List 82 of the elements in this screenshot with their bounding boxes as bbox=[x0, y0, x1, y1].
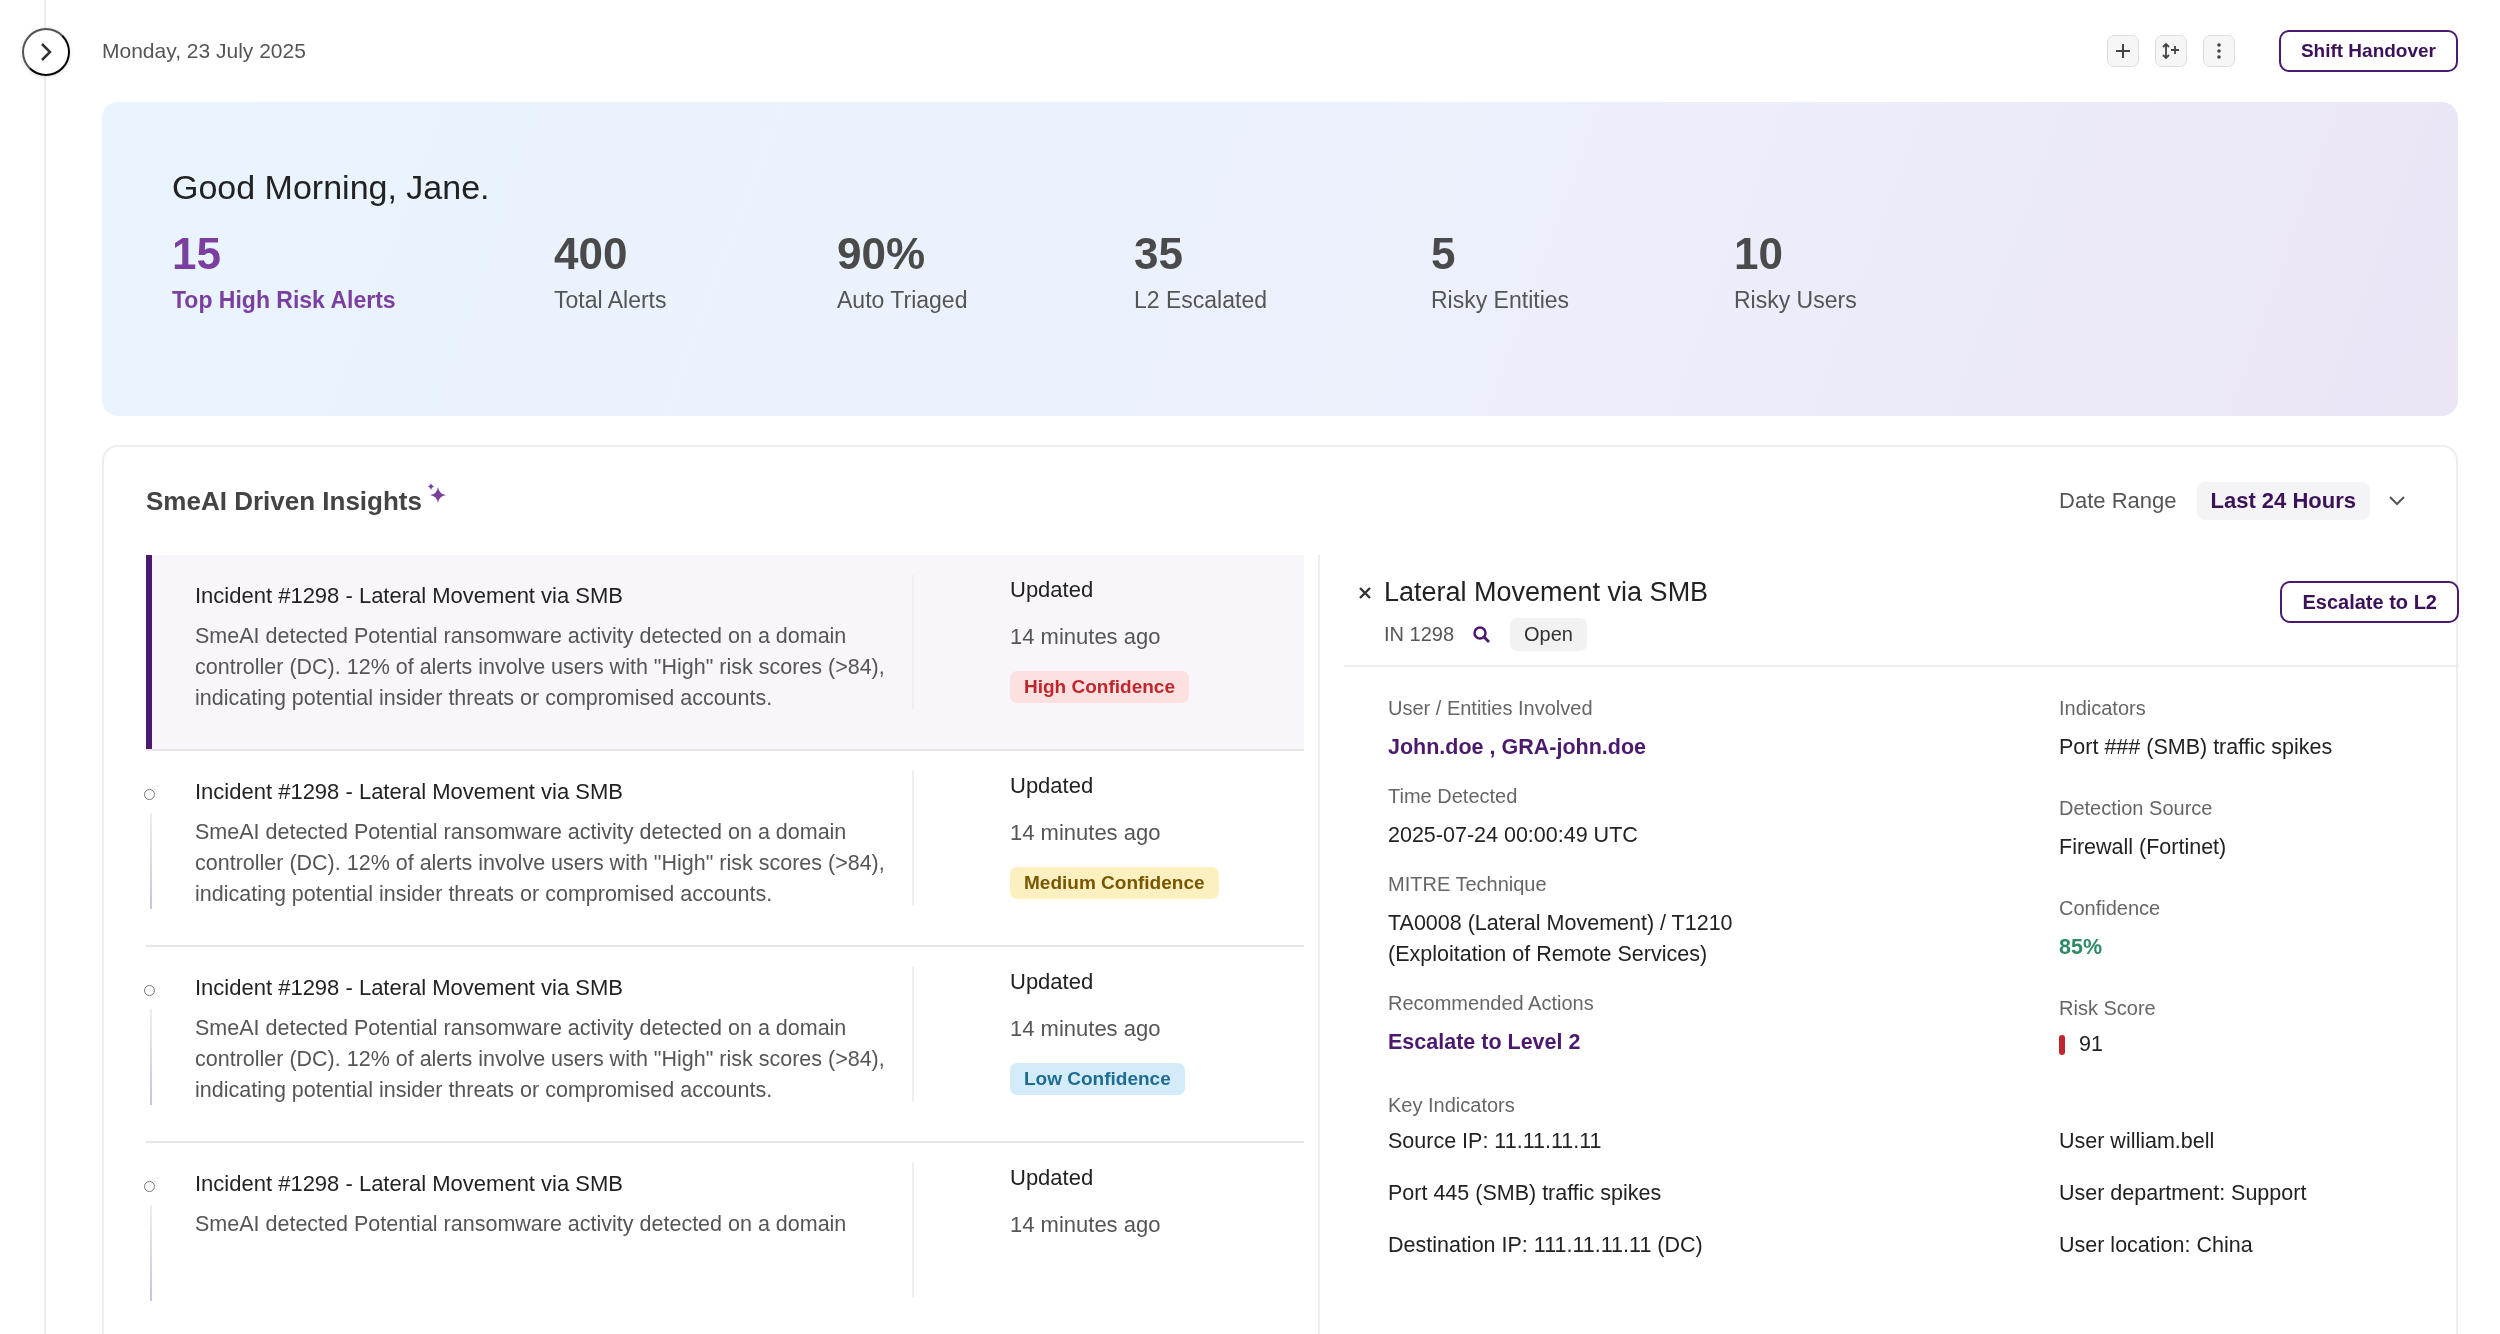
expand-sidebar-button[interactable] bbox=[22, 28, 70, 76]
stat-value: 90% bbox=[837, 229, 927, 279]
indicator-text: User department: Support bbox=[2059, 1181, 2308, 1206]
updated-label: Updated bbox=[1010, 1165, 1094, 1191]
field-label: Risk Score bbox=[2059, 997, 2157, 1020]
stat-value: 15 bbox=[172, 229, 222, 279]
stat-value: 10 bbox=[1734, 229, 1784, 279]
plus-icon bbox=[2113, 42, 2132, 60]
shift-handover-button[interactable]: Shift Handover bbox=[2278, 30, 2458, 72]
sort-icon bbox=[2160, 42, 2181, 60]
incident-title: Incident #1298 - Lateral Movement via SMB bbox=[195, 1171, 624, 1197]
stat-tile[interactable]: 15 Top High Risk Alerts bbox=[172, 229, 554, 314]
field-value: 2025-07-24 00:00:49 UTC bbox=[1388, 822, 1639, 849]
field-label: Indicators bbox=[2059, 697, 2147, 720]
sort-button[interactable] bbox=[2154, 35, 2187, 67]
more-icon bbox=[2215, 42, 2222, 60]
field-label: User / Entities Involved bbox=[1388, 697, 1594, 720]
greeting: Good Morning, Jane. bbox=[172, 168, 491, 207]
updated-label: Updated bbox=[1010, 773, 1094, 799]
add-button[interactable] bbox=[2106, 35, 2139, 67]
updated-time: 14 minutes ago bbox=[1010, 1212, 1161, 1238]
updated-label: Updated bbox=[1010, 577, 1094, 603]
field-value: 85% bbox=[2059, 934, 2104, 961]
stat-value: 5 bbox=[1431, 229, 1457, 279]
stat-tile[interactable]: 90% Auto Triaged bbox=[837, 229, 1134, 314]
escalate-button[interactable]: Escalate to L2 bbox=[2280, 581, 2459, 623]
stat-tile[interactable]: 400 Total Alerts bbox=[554, 229, 837, 314]
field-link[interactable]: Escalate to Level 2 bbox=[1388, 1027, 1788, 1058]
incident-description: SmeAI detected Potential ransomware activity detected on a domain controller (DC). 12% of alerts involve users with "High" risk scores (>84), indicating potential insider threats or compromised accounts. bbox=[195, 623, 886, 712]
chevron-right-icon bbox=[38, 41, 54, 63]
more-button[interactable] bbox=[2202, 35, 2235, 67]
stat-label: Auto Triaged bbox=[837, 287, 969, 314]
stat-label: L2 Escalated bbox=[1134, 287, 1268, 314]
indicator-text: User location: China bbox=[2059, 1233, 2254, 1258]
field-label: Detection Source bbox=[2059, 797, 2214, 820]
date-range-dropdown[interactable]: Last 24 Hours bbox=[2196, 482, 2370, 520]
field-label: Recommended Actions bbox=[1388, 992, 1595, 1015]
incident-item[interactable] bbox=[146, 555, 1304, 751]
incident-description: SmeAI detected Potential ransomware activity detected on a domain bbox=[195, 1211, 848, 1238]
field-label: Key Indicators bbox=[1388, 1094, 1516, 1117]
chevron-down-icon[interactable] bbox=[2388, 495, 2406, 507]
section-title: SmeAI Driven Insights bbox=[146, 485, 422, 517]
updated-label: Updated bbox=[1010, 969, 1094, 995]
stat-label: Risky Users bbox=[1734, 287, 1858, 314]
updated-time: 14 minutes ago bbox=[1010, 624, 1161, 650]
incident-title: Incident #1298 - Lateral Movement via SMB bbox=[195, 583, 624, 609]
updated-time: 14 minutes ago bbox=[1010, 820, 1161, 846]
stat-tile[interactable]: 35 L2 Escalated bbox=[1134, 229, 1431, 314]
stat-tile[interactable]: 5 Risky Entities bbox=[1431, 229, 1734, 314]
stat-label: Top High Risk Alerts bbox=[172, 287, 397, 314]
confidence-badge: Low Confidence bbox=[1010, 1063, 1185, 1095]
date-label: Monday, 23 July 2025 bbox=[102, 39, 307, 63]
stat-label: Total Alerts bbox=[554, 287, 668, 314]
incident-item[interactable]: Incident #1298 - Lateral Movement via SMB SmeAI detected Potential ransomware activity detected on a domain Updated 14 minutes ago bbox=[146, 1143, 1304, 1334]
field-label: Time Detected bbox=[1388, 785, 1519, 808]
field-value: Port ### (SMB) traffic spikes bbox=[2059, 734, 2334, 761]
incident-id: IN 1298 bbox=[1384, 623, 1455, 646]
stat-value: 400 bbox=[554, 229, 629, 279]
incident-description: SmeAI detected Potential ransomware activity detected on a domain controller (DC). 12% of alerts involve users with "High" risk scores (>84), indicating potential insider threats or compromised accounts. bbox=[195, 1015, 886, 1104]
stat-tile[interactable]: 10 Risky Users bbox=[1734, 229, 2034, 314]
field-label: MITRE Technique bbox=[1388, 873, 1548, 896]
indicator-text: Port 445 (SMB) traffic spikes bbox=[1388, 1181, 1663, 1206]
field-link[interactable]: John.doe , GRA-john.doe bbox=[1388, 732, 1788, 763]
stat-value: 35 bbox=[1134, 229, 1184, 279]
field-value: Firewall (Fortinet) bbox=[2059, 834, 2228, 861]
indicator-text: Destination IP: 111.11.11.11 (DC) bbox=[1388, 1233, 1704, 1258]
incident-title: Incident #1298 - Lateral Movement via SMB bbox=[195, 975, 624, 1001]
date-range-label: Date Range bbox=[2059, 488, 2177, 514]
close-icon[interactable] bbox=[1358, 585, 1372, 600]
indicator-text: Source IP: 11.11.11.11 bbox=[1388, 1129, 1603, 1154]
confidence-badge: High Confidence bbox=[1010, 671, 1189, 703]
updated-time: 14 minutes ago bbox=[1010, 1016, 1161, 1042]
confidence-badge: Medium Confidence bbox=[1010, 867, 1219, 899]
stat-label: Risky Entities bbox=[1431, 287, 1571, 314]
field-value: 91 bbox=[2079, 1032, 2103, 1057]
field-label: Confidence bbox=[2059, 897, 2162, 920]
status-tag: Open bbox=[1510, 618, 1587, 651]
detail-title: Lateral Movement via SMB bbox=[1384, 577, 1709, 608]
incident-description: SmeAI detected Potential ransomware activity detected on a domain controller (DC). 12% of alerts involve users with "High" risk scores (>84), indicating potential insider threats or compromised accounts. bbox=[195, 819, 886, 908]
indicator-text: User william.bell bbox=[2059, 1129, 2216, 1154]
field-value: TA0008 (Lateral Movement) / T1210 (Exploitation of Remote Services) bbox=[1388, 910, 1734, 968]
incident-title: Incident #1298 - Lateral Movement via SMB bbox=[195, 779, 624, 805]
